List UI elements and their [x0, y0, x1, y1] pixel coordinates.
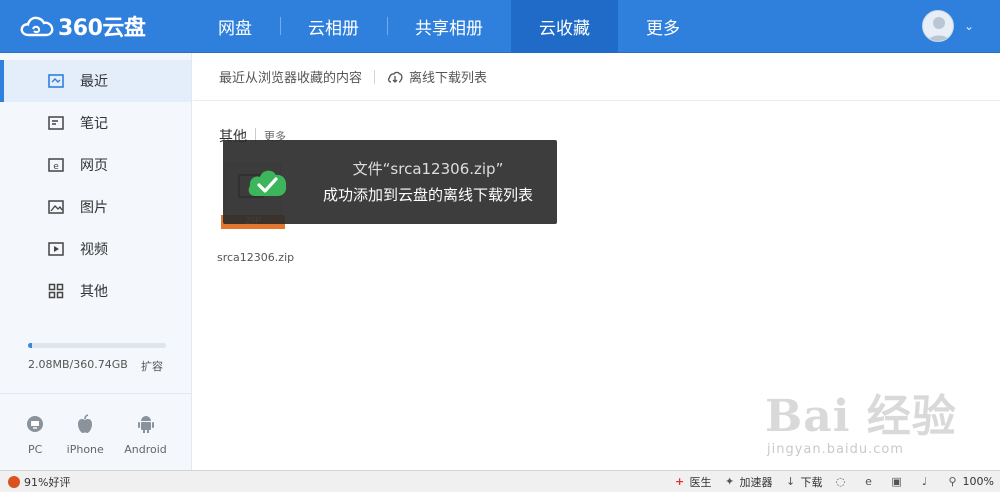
client-pc[interactable]: PC: [24, 413, 46, 456]
offline-download-list-link[interactable]: 离线下载列表: [387, 67, 487, 86]
rating-indicator[interactable]: 91%好评: [8, 474, 70, 490]
toast-message-line2: 成功添加到云盘的离线下载列表: [322, 186, 533, 204]
page-subtitle: 最近从浏览器收藏的内容: [219, 71, 363, 86]
nav-item-netdisk[interactable]: 网盘: [190, 0, 280, 53]
nav-item-cloud-favorites[interactable]: 云收藏: [511, 0, 618, 53]
file-name: srca12306.zip: [217, 251, 295, 264]
sidebar-divider: [0, 393, 191, 394]
nav-label: 云收藏: [539, 19, 590, 39]
sidebar-item-label: 视频: [80, 242, 108, 258]
video-icon: [48, 242, 64, 256]
sidebar-item-label: 网页: [80, 158, 108, 174]
status-label: 加速器: [739, 475, 773, 489]
cloud-logo-icon: [20, 16, 54, 37]
status-download[interactable]: ↓ 下载: [785, 474, 823, 490]
sidebar-item-label: 其他: [80, 284, 108, 300]
status-screen[interactable]: ▣: [891, 475, 907, 488]
storage-quota-bar: [28, 343, 166, 348]
status-zoom[interactable]: ⚲ 100%: [947, 475, 994, 488]
top-nav-bar: 360云盘 网盘 云相册 共享相册 云收藏 更多 ⌄: [0, 0, 1000, 53]
sidebar: 最近 笔记 e 网页 图片 视频 其他 2.08MB/360.74GB 扩容 P…: [0, 53, 192, 470]
status-glasses[interactable]: ◌: [835, 475, 851, 488]
sidebar-item-images[interactable]: 图片: [0, 186, 191, 228]
svg-text:e: e: [53, 162, 59, 172]
sidebar-item-videos[interactable]: 视频: [0, 228, 191, 270]
watermark-main-text: Bai 经验: [765, 391, 957, 442]
zoom-level: 100%: [962, 475, 994, 488]
watermark: Bai 经验 jingyan.baidu.com: [765, 380, 965, 470]
status-tools: + 医生 ✦ 加速器 ↓ 下载 ◌ e ▣ ♩ ⚲ 100%: [662, 471, 994, 492]
watermark-url: jingyan.baidu.com: [767, 442, 904, 457]
expand-storage-link[interactable]: 扩容: [141, 358, 163, 374]
storage-quota-fill: [28, 343, 33, 348]
client-android[interactable]: Android: [124, 413, 167, 456]
nav-label: 更多: [646, 19, 680, 39]
content-header: 最近从浏览器收藏的内容 离线下载列表: [193, 53, 1000, 101]
user-silhouette-icon: [927, 17, 951, 41]
chevron-down-icon[interactable]: ⌄: [964, 19, 974, 33]
client-downloads: PC iPhone Android: [0, 413, 191, 456]
status-sound[interactable]: ♩: [919, 475, 935, 488]
zoom-icon: ⚲: [948, 475, 957, 488]
recent-icon: [48, 74, 64, 88]
status-doctor[interactable]: + 医生: [674, 474, 712, 490]
sidebar-item-other[interactable]: 其他: [0, 270, 191, 312]
storage-quota-text: 2.08MB/360.74GB: [28, 358, 128, 371]
rating-icon: [8, 475, 20, 488]
image-icon: [48, 200, 64, 214]
logo-text: 360云盘: [58, 16, 146, 41]
doctor-icon: +: [674, 475, 685, 488]
grid-icon: [48, 283, 64, 299]
toast-message-line1: 文件“srca12306.zip”: [352, 160, 504, 178]
status-label: 医生: [689, 475, 712, 489]
client-label: PC: [28, 443, 43, 456]
client-label: iPhone: [66, 443, 104, 456]
sidebar-item-label: 图片: [80, 200, 108, 216]
avatar[interactable]: [921, 10, 954, 42]
main-nav: 网盘 云相册 共享相册 云收藏 更多: [190, 0, 708, 53]
divider: [374, 69, 376, 84]
nav-item-cloud-album[interactable]: 云相册: [280, 0, 387, 53]
browser-status-bar: 91%好评 + 医生 ✦ 加速器 ↓ 下载 ◌ e ▣ ♩ ⚲ 100%: [0, 470, 1000, 492]
offline-download-label: 离线下载列表: [409, 71, 488, 86]
speaker-icon: ♩: [921, 475, 928, 488]
pc-icon: [24, 413, 46, 435]
cloud-download-icon: [388, 71, 403, 83]
client-label: Android: [124, 443, 167, 456]
rating-text: 91%好评: [24, 475, 71, 489]
sidebar-item-recent[interactable]: 最近: [0, 60, 191, 102]
user-menu[interactable]: ⌄: [921, 10, 974, 42]
nav-item-shared-album[interactable]: 共享相册: [387, 0, 511, 53]
nav-label: 网盘: [218, 19, 252, 39]
sidebar-item-label: 笔记: [80, 116, 108, 132]
screen-icon: ▣: [891, 475, 902, 488]
glasses-icon: ◌: [835, 475, 846, 488]
apple-icon: [74, 413, 96, 435]
logo[interactable]: 360云盘: [20, 10, 146, 42]
client-iphone[interactable]: iPhone: [67, 413, 104, 456]
cloud-check-icon: [248, 170, 287, 196]
sidebar-item-label: 最近: [80, 74, 108, 90]
status-label: 下载: [800, 475, 823, 489]
android-icon: [135, 413, 157, 435]
note-icon: [48, 116, 64, 130]
toast-notification: 文件“srca12306.zip” 成功添加到云盘的离线下载列表: [223, 140, 557, 224]
nav-item-more[interactable]: 更多: [618, 0, 708, 53]
sidebar-item-webpages[interactable]: e 网页: [0, 144, 191, 186]
sidebar-item-notes[interactable]: 笔记: [0, 102, 191, 144]
status-accelerator[interactable]: ✦ 加速器: [724, 474, 773, 490]
nav-label: 共享相册: [415, 19, 483, 39]
nav-label: 云相册: [308, 19, 359, 39]
webpage-icon: e: [48, 158, 64, 172]
ie-icon: e: [865, 475, 872, 488]
wrench-icon: ✦: [724, 475, 735, 488]
download-arrow-icon: ↓: [785, 475, 796, 488]
status-ie[interactable]: e: [863, 475, 879, 488]
